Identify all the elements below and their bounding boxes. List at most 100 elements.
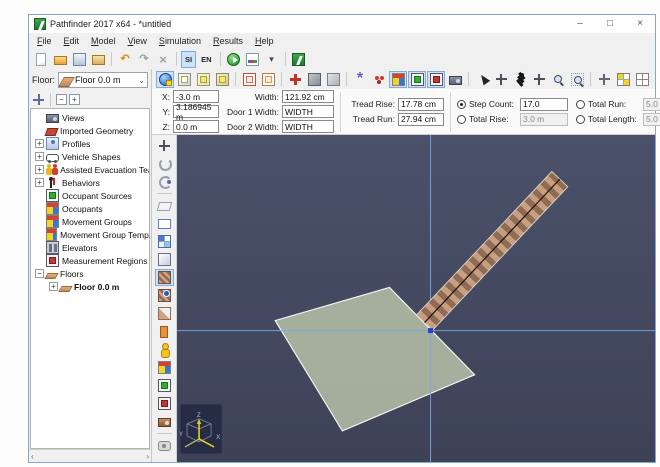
multibox-button[interactable] xyxy=(389,71,407,88)
zoom-box-button[interactable] xyxy=(568,71,586,88)
cube-tex-button[interactable] xyxy=(213,71,231,88)
import-model-button[interactable] xyxy=(89,51,107,68)
occupant-cluster-button[interactable] xyxy=(370,71,388,88)
stairs-tool-button[interactable] xyxy=(155,269,174,286)
roam-tool-button[interactable] xyxy=(155,173,174,190)
burst-red-button[interactable] xyxy=(286,71,304,88)
new-file-button[interactable] xyxy=(32,51,50,68)
stairs-up-tool-button[interactable] xyxy=(155,287,174,304)
door2-width-field[interactable]: WIDTH xyxy=(282,120,334,133)
region-green-button[interactable] xyxy=(408,71,426,88)
expand-icon[interactable]: + xyxy=(35,165,44,174)
tree-item-movement-groups[interactable]: Movement Groups xyxy=(31,215,149,228)
minimize-button[interactable]: – xyxy=(565,15,595,33)
en-units-button[interactable]: EN xyxy=(197,51,215,68)
expand-all-button[interactable]: + xyxy=(69,94,80,105)
tree-item-behaviors[interactable]: +Behaviors xyxy=(31,176,149,189)
menu-file[interactable]: File xyxy=(31,35,58,47)
polygon-room-tool-button[interactable] xyxy=(155,197,174,214)
tree-item-assisted-evacuation-teams[interactable]: +Assisted Evacuation Teams xyxy=(31,163,149,176)
region-red-button[interactable] xyxy=(155,395,174,412)
tree-horizontal-scrollbar[interactable]: ‹ › xyxy=(29,449,151,462)
expand-icon[interactable]: + xyxy=(49,282,58,291)
open-folder-button[interactable] xyxy=(51,51,69,68)
menu-simulation[interactable]: Simulation xyxy=(153,35,207,47)
tread-rise-field[interactable]: 17.78 cm xyxy=(398,98,444,111)
expand-icon[interactable]: + xyxy=(35,139,44,148)
navmesh-star-button[interactable] xyxy=(351,71,369,88)
y-field[interactable]: 3.186945 m xyxy=(173,105,219,118)
expand-icon[interactable]: + xyxy=(35,152,44,161)
si-units-button[interactable]: SI xyxy=(181,51,196,68)
total-run-radio[interactable] xyxy=(576,100,585,109)
z-field[interactable]: 0.0 m xyxy=(173,120,219,133)
results-chart-button[interactable] xyxy=(244,51,262,68)
ramp-tool-button[interactable] xyxy=(155,305,174,322)
tree-item-occupants[interactable]: Occupants xyxy=(31,202,149,215)
redo-button[interactable] xyxy=(135,51,153,68)
region-red-button[interactable] xyxy=(427,71,445,88)
dropdown-arrow-button[interactable] xyxy=(263,51,281,68)
tree-item-elevators[interactable]: Elevators xyxy=(31,241,149,254)
tree-item-profiles[interactable]: +Profiles xyxy=(31,137,149,150)
stair-placement-handle[interactable] xyxy=(428,328,433,333)
save-button[interactable] xyxy=(70,51,88,68)
scroll-left-arrow[interactable]: ‹ xyxy=(31,452,34,461)
viewport-background[interactable] xyxy=(177,135,655,462)
pan-cross-button[interactable] xyxy=(530,71,548,88)
collapse-icon[interactable]: − xyxy=(35,269,44,278)
add-occupant-tool-button[interactable] xyxy=(155,341,174,358)
title-bar[interactable]: Pathfinder 2017 x64 - *untitled – □ × xyxy=(29,15,655,33)
grid-off-button[interactable] xyxy=(633,71,651,88)
walk-runner-button[interactable] xyxy=(511,71,529,88)
maximize-button[interactable]: □ xyxy=(595,15,625,33)
tree-item-movement-group-templates[interactable]: Movement Group Templates xyxy=(31,228,149,241)
cube-grey-button[interactable] xyxy=(324,71,342,88)
menu-help[interactable]: Help xyxy=(249,35,280,47)
menu-view[interactable]: View xyxy=(122,35,153,47)
viewport-canvas[interactable]: Z Y X xyxy=(177,135,655,462)
multibox-button[interactable] xyxy=(155,359,174,376)
tree-item-floors[interactable]: −Floors xyxy=(31,267,149,280)
menu-model[interactable]: Model xyxy=(85,35,122,47)
grid-room-tool-button[interactable] xyxy=(155,233,174,250)
tread-run-field[interactable]: 27.94 cm xyxy=(398,113,444,126)
tree-item-vehicle-shapes[interactable]: +Vehicle Shapes xyxy=(31,150,149,163)
width-field[interactable]: 121.92 cm xyxy=(282,90,334,103)
step-count-field[interactable]: 17.0 xyxy=(520,98,568,111)
tree-item-imported-geometry[interactable]: Imported Geometry xyxy=(31,124,149,137)
axis-gizmo[interactable]: Z Y X xyxy=(179,404,222,454)
scroll-right-arrow[interactable]: › xyxy=(146,452,149,461)
menu-edit[interactable]: Edit xyxy=(58,35,86,47)
floor-selector[interactable]: Floor 0.0 m ⌄ xyxy=(58,72,148,88)
viewport-3d[interactable]: Z Y X xyxy=(177,135,655,462)
snap-point-button[interactable] xyxy=(595,71,613,88)
door1-width-field[interactable]: WIDTH xyxy=(282,105,334,118)
camera-button[interactable] xyxy=(446,71,464,88)
snap-sphere-button[interactable] xyxy=(156,71,174,88)
orbit-cross-button[interactable] xyxy=(492,71,510,88)
obstruction-tool-button[interactable] xyxy=(155,251,174,268)
close-button[interactable]: × xyxy=(625,15,655,33)
zoom-button[interactable] xyxy=(549,71,567,88)
collapse-all-button[interactable]: − xyxy=(56,94,67,105)
undo-button[interactable] xyxy=(116,51,134,68)
select-cursor-button[interactable] xyxy=(473,71,491,88)
navigate-icon[interactable] xyxy=(32,93,45,106)
total-length-radio[interactable] xyxy=(576,115,585,124)
tree-item-views[interactable]: Views xyxy=(31,111,149,124)
pathfinder-3d-results-button[interactable] xyxy=(290,51,308,68)
orbit-tool-button[interactable] xyxy=(155,155,174,172)
grid-on-button[interactable] xyxy=(614,71,632,88)
camera-tool-button[interactable] xyxy=(155,413,174,430)
tree-item-occupant-sources[interactable]: Occupant Sources xyxy=(31,189,149,202)
cube-orangewire-button[interactable] xyxy=(259,71,277,88)
step-count-radio[interactable] xyxy=(457,100,466,109)
cube-redwire-button[interactable] xyxy=(240,71,258,88)
pan-cross-button[interactable] xyxy=(155,137,174,154)
region-green-button[interactable] xyxy=(155,377,174,394)
expand-icon[interactable]: + xyxy=(35,178,44,187)
cube-dark-button[interactable] xyxy=(305,71,323,88)
tree-item-floor-0-0-m[interactable]: +Floor 0.0 m xyxy=(31,280,149,293)
tree-item-measurement-regions[interactable]: Measurement Regions xyxy=(31,254,149,267)
